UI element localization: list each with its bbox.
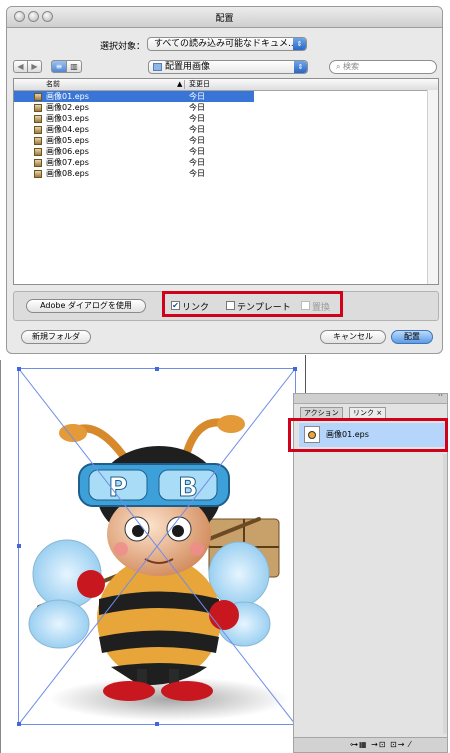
eps-file-icon	[34, 137, 42, 145]
link-highlight-box	[288, 418, 448, 452]
search-field[interactable]: ⌕ 検索	[329, 60, 437, 74]
panel-scrollbar[interactable]	[443, 454, 447, 734]
file-name: 画像08.eps	[46, 169, 89, 178]
placed-image-bounding-box[interactable]: P B	[17, 367, 297, 726]
location-popup[interactable]: 配置用画像 ⇕	[148, 60, 308, 74]
file-date: 今日	[189, 147, 205, 156]
date-column-header[interactable]: 変更日	[189, 79, 210, 90]
place-button[interactable]: 配置	[391, 330, 433, 344]
eps-file-icon	[34, 159, 42, 167]
eps-file-icon	[34, 148, 42, 156]
panel-tool-buttons[interactable]: ⊶▦ →⊡ ⊡→ ⁄	[350, 738, 411, 751]
file-date: 今日	[189, 158, 205, 167]
link-label: リンク	[182, 303, 210, 313]
file-name: 画像06.eps	[46, 147, 89, 156]
popup-arrows-icon: ⇕	[294, 61, 307, 73]
resize-handle-bottom-left[interactable]	[17, 722, 21, 726]
file-name: 画像01.eps	[46, 92, 89, 101]
column-divider	[184, 80, 185, 89]
file-row[interactable]: 画像08.eps 今日	[14, 168, 254, 179]
place-dialog: 配置 選択対象： すべての読み込み可能なドキュメ... ⇕ ◀ ▶ ≡ ▥ 配置…	[6, 6, 443, 354]
new-folder-button[interactable]: 新規フォルダ	[21, 330, 91, 344]
file-name: 画像07.eps	[46, 158, 89, 167]
eps-file-icon	[34, 126, 42, 134]
resize-handle-top-left[interactable]	[17, 367, 21, 371]
location-value: 配置用画像	[165, 62, 211, 72]
scrollbar[interactable]	[427, 90, 438, 284]
tab-actions[interactable]: アクション	[300, 407, 343, 418]
template-label: テンプレート	[237, 303, 291, 313]
resize-handle-left[interactable]	[17, 544, 21, 548]
column-header: 名前 ▲ 変更日	[14, 79, 438, 91]
popup-arrows-icon: ⇕	[293, 38, 306, 50]
file-date: 今日	[189, 169, 205, 178]
cancel-button[interactable]: キャンセル	[320, 330, 386, 344]
file-date: 今日	[189, 125, 205, 134]
resize-handle-top-right[interactable]	[293, 367, 297, 371]
eps-file-icon	[34, 104, 42, 112]
canvas-left-edge	[0, 360, 1, 753]
resize-handle-top[interactable]	[155, 367, 159, 371]
file-row[interactable]: 画像06.eps 今日	[14, 146, 254, 157]
sort-ascending-icon: ▲	[177, 80, 183, 88]
panel-toolbar: ⊶▦ →⊡ ⊡→ ⁄	[294, 737, 447, 752]
panel-menu-icon[interactable]: ··	[438, 391, 443, 400]
resize-handle-bottom[interactable]	[155, 722, 159, 726]
replace-checkbox[interactable]	[301, 301, 310, 310]
bee-illustration: P B	[19, 369, 295, 724]
show-label: 選択対象：	[100, 42, 146, 52]
file-date: 今日	[189, 103, 205, 112]
file-name: 画像02.eps	[46, 103, 89, 112]
file-row[interactable]: 画像02.eps 今日	[14, 102, 254, 113]
show-filter-popup[interactable]: すべての読み込み可能なドキュメ... ⇕	[147, 37, 307, 51]
search-placeholder: 検索	[343, 62, 360, 71]
file-name: 画像05.eps	[46, 136, 89, 145]
folder-icon	[153, 63, 162, 71]
file-row[interactable]: 画像07.eps 今日	[14, 157, 254, 168]
replace-label: 置換	[312, 303, 331, 313]
panel-titlebar[interactable]: ··	[294, 391, 447, 404]
column-view-button[interactable]: ▥	[66, 60, 82, 73]
eps-file-icon	[34, 170, 42, 178]
file-date: 今日	[189, 114, 205, 123]
back-button[interactable]: ◀	[13, 60, 28, 73]
file-name: 画像04.eps	[46, 125, 89, 134]
name-column-header[interactable]: 名前	[46, 79, 60, 90]
eps-file-icon	[34, 115, 42, 123]
dialog-title: 配置	[215, 14, 234, 24]
file-date: 今日	[189, 136, 205, 145]
tab-links[interactable]: リンク ×	[349, 407, 387, 418]
list-view-button[interactable]: ≡	[51, 60, 67, 73]
show-filter-value: すべての読み込み可能なドキュメ...	[154, 39, 297, 49]
link-checkbox[interactable]: ✔	[171, 301, 180, 310]
file-browser: 名前 ▲ 変更日 画像01.eps 今日 画像02.eps 今日 画像03.eps 今日画…	[13, 78, 439, 285]
file-row[interactable]: 画像04.eps 今日	[14, 124, 254, 135]
eps-file-icon	[34, 93, 42, 101]
use-adobe-dialog-button[interactable]: Adobe ダイアログを使用	[26, 299, 146, 313]
search-icon: ⌕	[336, 62, 341, 71]
forward-button[interactable]: ▶	[27, 60, 42, 73]
template-checkbox[interactable]	[226, 301, 235, 310]
file-row[interactable]: 画像05.eps 今日	[14, 135, 254, 146]
file-row[interactable]: 画像03.eps 今日	[14, 113, 254, 124]
title-bar[interactable]: 配置	[7, 7, 442, 28]
file-date: 今日	[189, 92, 205, 101]
file-name: 画像03.eps	[46, 114, 89, 123]
file-row[interactable]: 画像01.eps 今日	[14, 91, 254, 102]
